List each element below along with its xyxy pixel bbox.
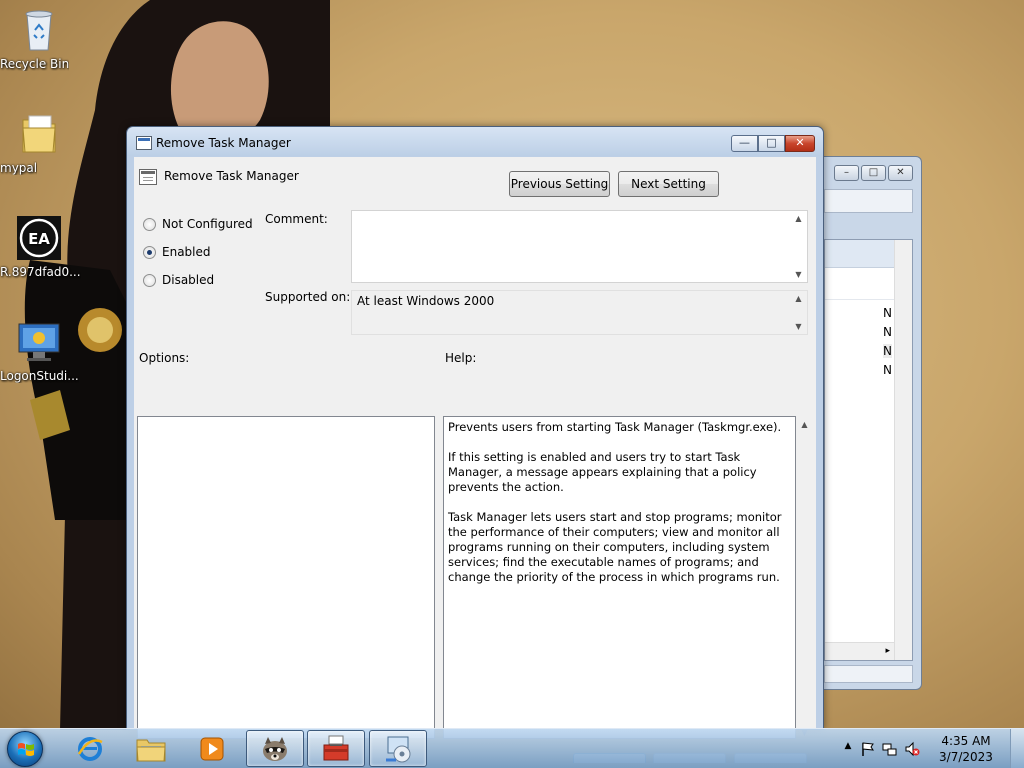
system-tray: ▲ 4:35 AM 3/7/2023 (834, 729, 1024, 768)
options-label: Options: (139, 351, 190, 365)
maximize-button[interactable]: □ (758, 135, 785, 152)
close-button[interactable]: ✕ (785, 135, 815, 152)
radio-button[interactable] (143, 217, 156, 231)
toolbox-icon (323, 735, 349, 760)
scroll-right-icon[interactable]: ▸ (885, 646, 890, 656)
horizontal-scrollbar[interactable]: ▸ (825, 642, 894, 660)
pane-subheader (825, 270, 894, 300)
network-icon[interactable] (882, 741, 898, 757)
logon-studio-icon (15, 318, 63, 366)
dialog-titlebar[interactable]: Remove Task Manager — □ ✕ (127, 127, 823, 156)
scroll-up-icon[interactable]: ▲ (790, 294, 807, 303)
scroll-up-icon[interactable]: ▲ (796, 420, 813, 429)
radio-label: Disabled (162, 273, 215, 287)
desktop-icon-mypal[interactable]: mypal (0, 110, 78, 175)
help-paragraph: If this setting is enabled and users try… (448, 450, 757, 494)
policy-window-icon (136, 136, 152, 150)
action-center-flag-icon[interactable] (860, 741, 876, 757)
taskbar-media-player[interactable] (183, 730, 241, 767)
radio-button-selected[interactable] (143, 245, 156, 259)
radio-label: Not Configured (162, 217, 253, 231)
vertical-scrollbar[interactable] (894, 240, 912, 660)
minimize-button[interactable]: — (731, 135, 758, 152)
help-label: Help: (445, 351, 477, 365)
comment-scrollbar[interactable]: ▲ ▼ (790, 211, 807, 282)
scroll-down-icon[interactable]: ▼ (790, 270, 807, 279)
show-hidden-icons-button[interactable]: ▲ (840, 741, 856, 757)
close-button[interactable]: ✕ (888, 165, 913, 181)
show-desktop-button[interactable] (1010, 729, 1024, 768)
minimize-button[interactable]: – (834, 165, 859, 181)
supported-scrollbar[interactable]: ▲ ▼ (790, 291, 807, 334)
file-explorer-icon (136, 739, 166, 761)
volume-muted-icon[interactable] (904, 741, 920, 757)
taskbar-internet-explorer[interactable] (61, 730, 119, 767)
background-window[interactable]: – □ ✕ N N N N ▸ (822, 156, 922, 690)
policy-setting-icon (139, 169, 157, 185)
window-controls: — □ ✕ (731, 135, 815, 152)
clock-time: 4:35 AM (941, 734, 991, 748)
desktop-icon-label: R.897dfad0... (0, 265, 81, 279)
background-window-controls: – □ ✕ (834, 165, 913, 181)
results-pane[interactable]: N N N N ▸ (824, 239, 913, 661)
start-button[interactable] (7, 731, 43, 767)
system-app-icon (386, 736, 411, 762)
raccoon-app-icon (263, 736, 287, 761)
list-item[interactable]: N (883, 325, 892, 339)
taskbar-raccoon-app[interactable] (246, 730, 304, 767)
taskbar-file-explorer[interactable] (122, 730, 180, 767)
help-paragraph: Task Manager lets users start and stop p… (448, 510, 782, 584)
list-item[interactable]: N (883, 344, 892, 358)
scroll-up-icon[interactable]: ▲ (790, 214, 807, 223)
desktop-icon-recycle-bin[interactable]: Recycle Bin (0, 6, 78, 71)
desktop-icon-label: LogonStudi... (0, 369, 79, 383)
taskbar-system-app[interactable] (369, 730, 427, 767)
dialog-title: Remove Task Manager (156, 136, 291, 150)
dialog-client-area: Remove Task Manager Previous Setting Nex… (134, 157, 816, 763)
list-item[interactable]: N (883, 363, 892, 377)
clock-date: 3/7/2023 (939, 750, 993, 764)
policy-name: Remove Task Manager (164, 169, 299, 183)
internet-explorer-icon (77, 736, 103, 761)
radio-enabled[interactable]: Enabled (143, 245, 211, 259)
folder-icon (15, 110, 63, 158)
comment-field[interactable]: ▲ ▼ (351, 210, 808, 283)
next-setting-button[interactable]: Next Setting (618, 171, 719, 197)
supported-on-field[interactable]: At least Windows 2000 ▲ ▼ (351, 290, 808, 335)
previous-setting-button[interactable]: Previous Setting (509, 171, 610, 197)
scroll-down-icon[interactable]: ▼ (790, 322, 807, 331)
toolbar-strip (824, 189, 913, 213)
help-scrollbar[interactable]: ▲ ▼ (796, 416, 813, 739)
status-bar (824, 665, 913, 683)
recycle-bin-icon (15, 6, 63, 54)
supported-on-value: At least Windows 2000 (357, 294, 495, 308)
desktop-icon-label: mypal (0, 161, 38, 175)
list-item[interactable]: N (883, 306, 892, 320)
desktop-icon-label: Recycle Bin (0, 57, 70, 71)
desktop-icon-logon-studio[interactable]: LogonStudi... (0, 318, 79, 383)
radio-not-configured[interactable]: Not Configured (143, 217, 253, 231)
help-panel[interactable]: Prevents users from starting Task Manage… (443, 416, 796, 739)
help-paragraph: Prevents users from starting Task Manage… (448, 420, 782, 434)
desktop-icon-ea-app[interactable]: EA R.897dfad0... (0, 214, 81, 279)
radio-button[interactable] (143, 273, 156, 287)
supported-on-label: Supported on: (265, 290, 351, 304)
radio-label: Enabled (162, 245, 211, 259)
svg-text:EA: EA (28, 230, 50, 248)
ea-app-icon: EA (15, 214, 63, 262)
maximize-button[interactable]: □ (861, 165, 886, 181)
comment-label: Comment: (265, 212, 328, 226)
remove-task-manager-dialog[interactable]: Remove Task Manager — □ ✕ Remove Task Ma… (126, 126, 824, 763)
options-panel[interactable] (137, 416, 435, 739)
media-player-icon (200, 737, 224, 760)
clock[interactable]: 4:35 AM 3/7/2023 (936, 733, 996, 765)
windows-logo-icon (18, 743, 34, 756)
radio-disabled[interactable]: Disabled (143, 273, 214, 287)
taskbar: ▲ 4:35 AM 3/7/2023 (0, 728, 1024, 768)
taskbar-toolbox[interactable] (307, 730, 365, 767)
